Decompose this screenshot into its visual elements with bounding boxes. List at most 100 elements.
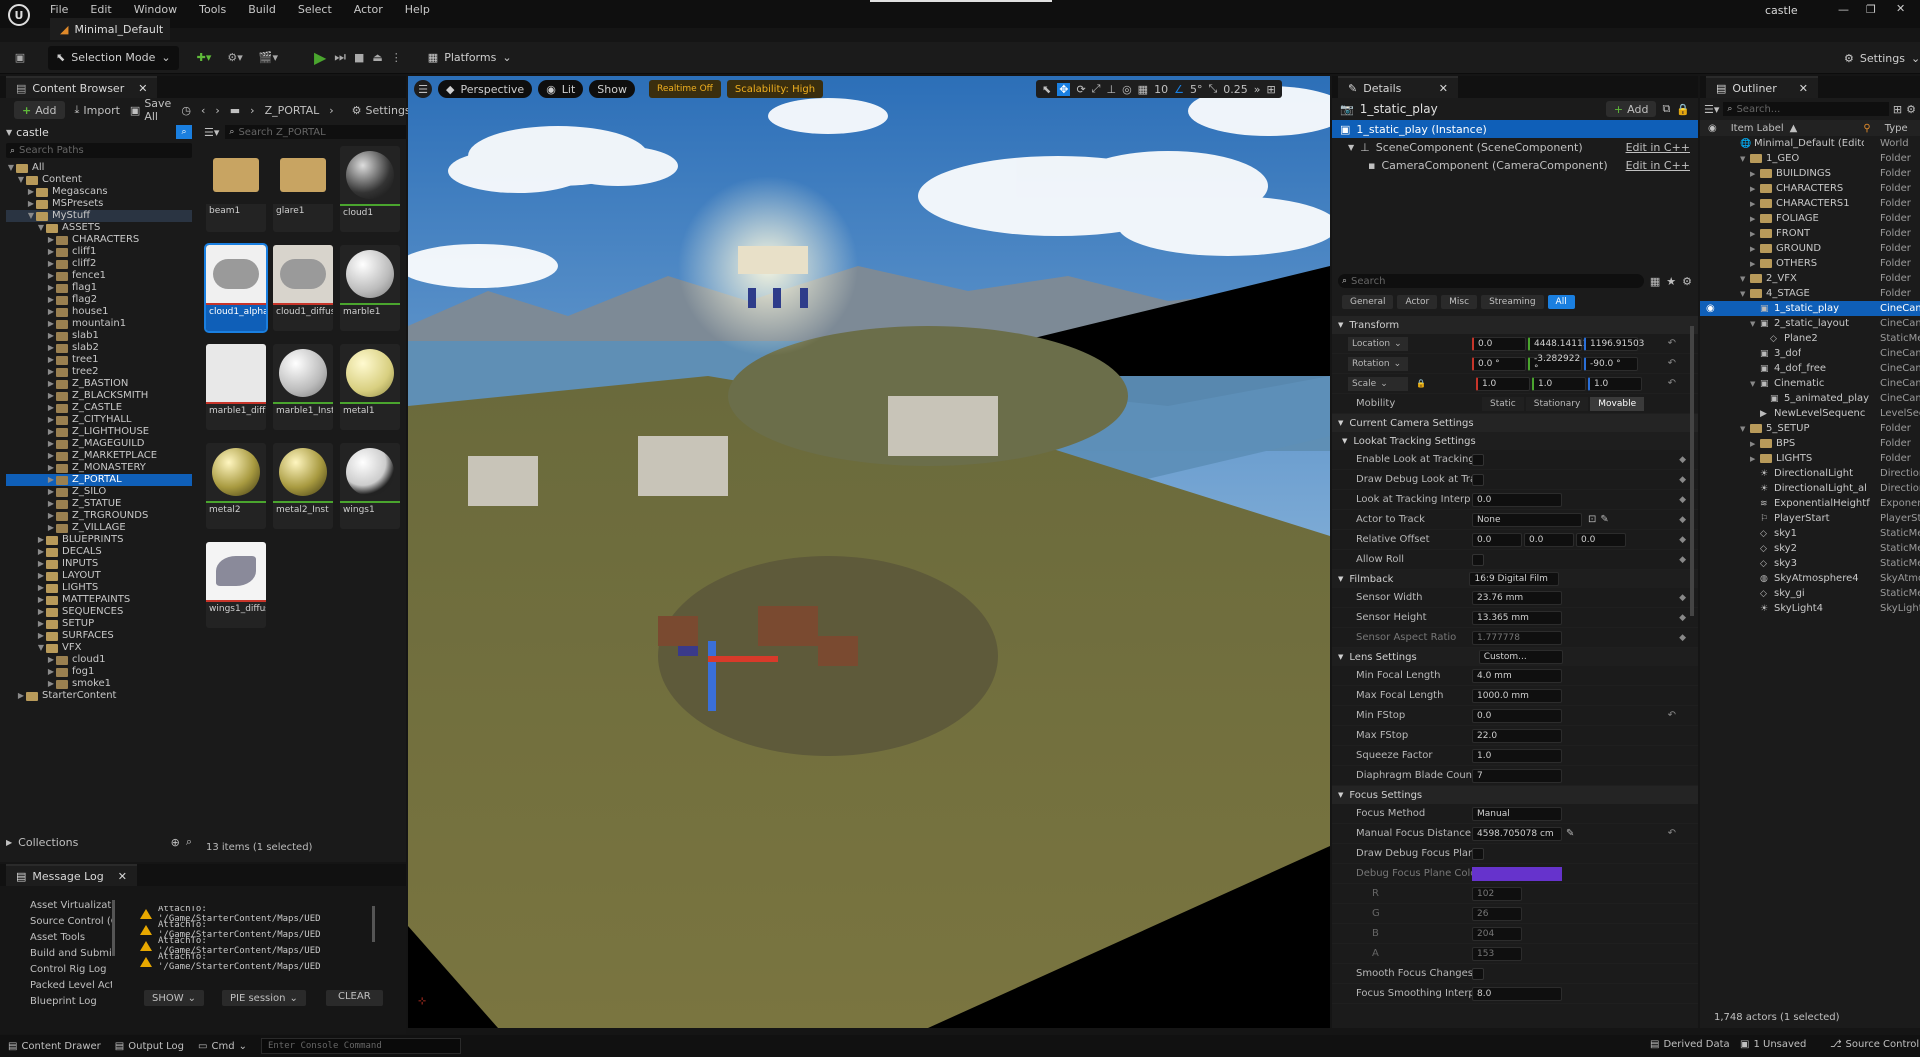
chevron-right-icon[interactable]: ▶ xyxy=(46,258,56,270)
log-category[interactable]: Source Control (C xyxy=(30,914,112,930)
keyframe-icon[interactable]: ◆ xyxy=(1679,535,1686,545)
checkbox[interactable] xyxy=(1472,553,1484,566)
tree-item[interactable]: ▶ mountain1 xyxy=(6,318,192,330)
section-header[interactable]: ▼ Filmback 16:9 Digital Film xyxy=(1332,570,1698,588)
vector-y-field[interactable]: 1.0 xyxy=(1531,376,1586,391)
keyframe-icon[interactable]: ◆ xyxy=(1679,515,1686,525)
breadcrumb-path[interactable]: Z_PORTAL xyxy=(265,104,320,117)
log-msg-scrollbar[interactable] xyxy=(372,906,375,942)
outliner-row[interactable]: ▼ 5_SETUP Folder xyxy=(1700,421,1920,436)
vector-z-field[interactable]: -90.0 ° xyxy=(1584,356,1638,371)
component-row[interactable]: ▼ ⊥ SceneComponent (SceneComponent) Edit… xyxy=(1332,138,1698,156)
visibility-eye-icon[interactable]: ◉ xyxy=(1706,303,1720,314)
menu-actor[interactable]: Actor xyxy=(354,3,383,16)
value-field[interactable]: Manual xyxy=(1472,806,1562,821)
keyframe-icon[interactable]: ◆ xyxy=(1679,475,1686,485)
tree-item[interactable]: ▶ cloud1 xyxy=(6,654,192,666)
value-field[interactable]: 23.76 mm xyxy=(1472,590,1562,605)
tree-item[interactable]: ▶ slab2 xyxy=(6,342,192,354)
outliner-row[interactable]: ▼▣ 2_static_layout CineCamer xyxy=(1700,316,1920,331)
chevron-down-icon[interactable]: ▼ xyxy=(36,642,46,654)
close-icon[interactable]: ✕ xyxy=(1439,82,1448,95)
tree-item[interactable]: ▶ smoke1 xyxy=(6,678,192,690)
scalability-badge[interactable]: Scalability: High xyxy=(726,80,824,98)
keyframe-icon[interactable]: ◆ xyxy=(1679,633,1686,643)
value-field[interactable]: 1.0 xyxy=(1472,748,1562,763)
value-field[interactable]: 22.0 xyxy=(1472,728,1562,743)
platforms-button[interactable]: ▦ Platforms ⌄ xyxy=(420,46,520,70)
tree-item[interactable]: ▶ Z_MONASTERY xyxy=(6,462,192,474)
chevron-right-icon[interactable]: ▶ xyxy=(46,462,56,474)
log-category[interactable]: Asset Virtualizati xyxy=(30,898,112,914)
tree-item[interactable]: ▼ VFX xyxy=(6,642,192,654)
tab-details[interactable]: ✎ Details ✕ xyxy=(1338,76,1458,98)
pie-session-dropdown[interactable]: PIE session ⌄ xyxy=(222,990,306,1006)
close-icon[interactable]: ✕ xyxy=(118,870,127,883)
value-field[interactable]: 4598.705078 cm xyxy=(1472,826,1562,841)
chevron-right-icon[interactable]: ▶ xyxy=(46,474,56,486)
outliner-row[interactable]: ◇ sky3 StaticMesh xyxy=(1700,556,1920,571)
vector-x-field[interactable]: 1.0 xyxy=(1475,376,1530,391)
asset-tile[interactable]: cloud1_diffuse1 xyxy=(273,245,333,331)
component-row[interactable]: ▣ 1_static_play (Instance) xyxy=(1332,120,1698,138)
chevron-right-icon[interactable]: ▶ xyxy=(46,294,56,306)
asset-tile[interactable]: beam1 xyxy=(206,146,266,232)
tree-item[interactable]: ▶ slab1 xyxy=(6,330,192,342)
value-field[interactable]: 153 xyxy=(1472,946,1522,961)
actor-name[interactable]: 1_static_play xyxy=(1360,102,1438,116)
chevron-right-icon[interactable]: ▶ xyxy=(46,342,56,354)
chevron-right-icon[interactable]: ▶ xyxy=(46,426,56,438)
section-header[interactable]: ▼ Lens Settings Custom... xyxy=(1332,648,1698,666)
perspective-button[interactable]: ◆ Perspective xyxy=(438,80,533,98)
angle-snap-icon[interactable]: ∠ xyxy=(1174,83,1184,96)
filter-tab-misc[interactable]: Misc xyxy=(1441,295,1478,309)
outliner-row[interactable]: ▶ NewLevelSequenc LevelSequ xyxy=(1700,406,1920,421)
asset-tile[interactable]: marble1 xyxy=(340,245,400,331)
tree-item[interactable]: ▶ cliff2 xyxy=(6,258,192,270)
chevron-right-icon[interactable]: ▶ xyxy=(36,582,46,594)
filter-icon[interactable]: ☰▾ xyxy=(204,126,219,139)
clear-button[interactable]: CLEAR xyxy=(326,990,383,1006)
tree-item[interactable]: ▶ Z_MAGEGUILD xyxy=(6,438,192,450)
blueprint-icon[interactable]: ⧉ xyxy=(1662,102,1670,116)
tree-item[interactable]: ▶ MATTEPAINTS xyxy=(6,594,192,606)
value-field[interactable]: 8.0 xyxy=(1472,986,1562,1001)
chevron-down-icon[interactable]: ▼ xyxy=(1740,275,1750,283)
menu-tools[interactable]: Tools xyxy=(199,3,226,16)
outliner-row[interactable]: ◇ Plane2 StaticMesh xyxy=(1700,331,1920,346)
outliner-row[interactable]: ▣ 4_dof_free CineCamer xyxy=(1700,361,1920,376)
col-type[interactable]: Type xyxy=(1885,123,1908,134)
location-dropdown[interactable]: Location ⌄ xyxy=(1348,336,1408,351)
value-field[interactable]: 0.0 xyxy=(1576,532,1626,547)
outliner-row[interactable]: ▼ 1_GEO Folder xyxy=(1700,151,1920,166)
vector-z-field[interactable]: 1196.91503 xyxy=(1584,336,1644,351)
outliner-row[interactable]: ▼ 4_STAGE Folder xyxy=(1700,286,1920,301)
log-cat-scrollbar[interactable] xyxy=(112,900,115,956)
value-field[interactable]: 102 xyxy=(1472,886,1522,901)
outliner-row[interactable]: ▶ FRONT Folder xyxy=(1700,226,1920,241)
tree-item[interactable]: ▶ tree2 xyxy=(6,366,192,378)
value-field[interactable]: 7 xyxy=(1472,768,1562,783)
tab-outliner[interactable]: ▤ Outliner ✕ xyxy=(1706,76,1818,98)
maximize-button[interactable]: ❐ xyxy=(1866,3,1876,16)
maximize-viewport-icon[interactable]: ⊞ xyxy=(1267,83,1276,96)
close-icon[interactable]: ✕ xyxy=(138,82,147,95)
keyframe-icon[interactable]: ◆ xyxy=(1679,455,1686,465)
realtime-badge[interactable]: Realtime Off xyxy=(648,80,721,98)
chevron-right-icon[interactable]: ▶ xyxy=(46,378,56,390)
level-viewport[interactable]: ☰ ◆ Perspective ◉ Lit Show Realtime Off Sc… xyxy=(408,76,1330,1028)
back-icon[interactable]: ‹ xyxy=(201,104,205,117)
chevron-right-icon[interactable]: ▶ xyxy=(16,690,26,702)
spacer[interactable]: ▼ xyxy=(1750,320,1760,328)
surface-snap-icon[interactable]: ⊥ xyxy=(1106,83,1116,96)
tree-item[interactable]: ▶ flag2 xyxy=(6,294,192,306)
source-control-button[interactable]: ⎇ Source Control xyxy=(1830,1039,1919,1050)
chevron-right-icon[interactable]: ▶ xyxy=(46,438,56,450)
asset-tile[interactable]: cloud1_alpha1 xyxy=(204,243,268,333)
cmd-button[interactable]: ▭ Cmd ⌄ xyxy=(198,1041,247,1052)
chevron-right-icon[interactable]: ▶ xyxy=(36,630,46,642)
value-field[interactable]: 1.777778 xyxy=(1472,630,1562,645)
cinematics-icon[interactable]: 🎬▾ xyxy=(259,51,278,64)
tree-item[interactable]: ▶ Z_LIGHTHOUSE xyxy=(6,426,192,438)
chevron-right-icon[interactable]: ▶ xyxy=(26,186,36,198)
